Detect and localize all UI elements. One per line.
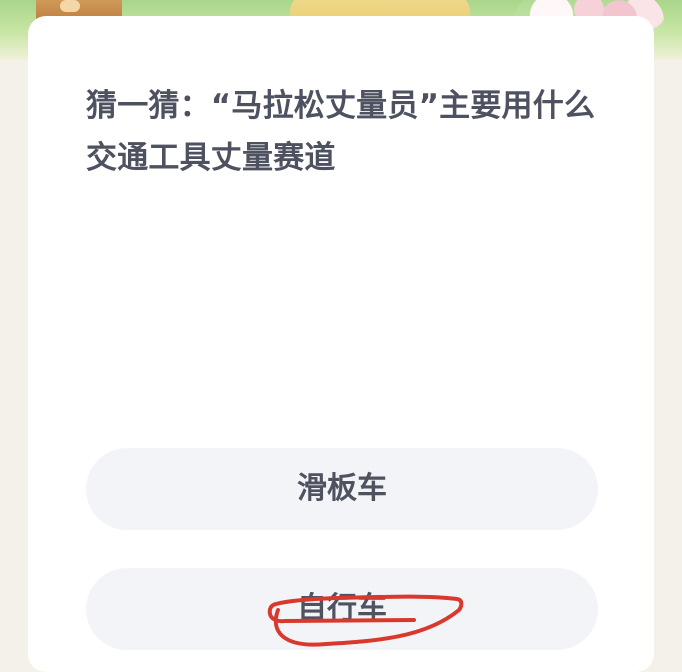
- question-card: 猜一猜：“马拉松丈量员”主要用什么交通工具丈量赛道 滑板车 自行车: [28, 16, 654, 672]
- answer-option-bicycle[interactable]: 自行车: [86, 568, 598, 650]
- answer-option-scooter[interactable]: 滑板车: [86, 448, 598, 530]
- question-text: 猜一猜：“马拉松丈量员”主要用什么交通工具丈量赛道: [86, 88, 596, 176]
